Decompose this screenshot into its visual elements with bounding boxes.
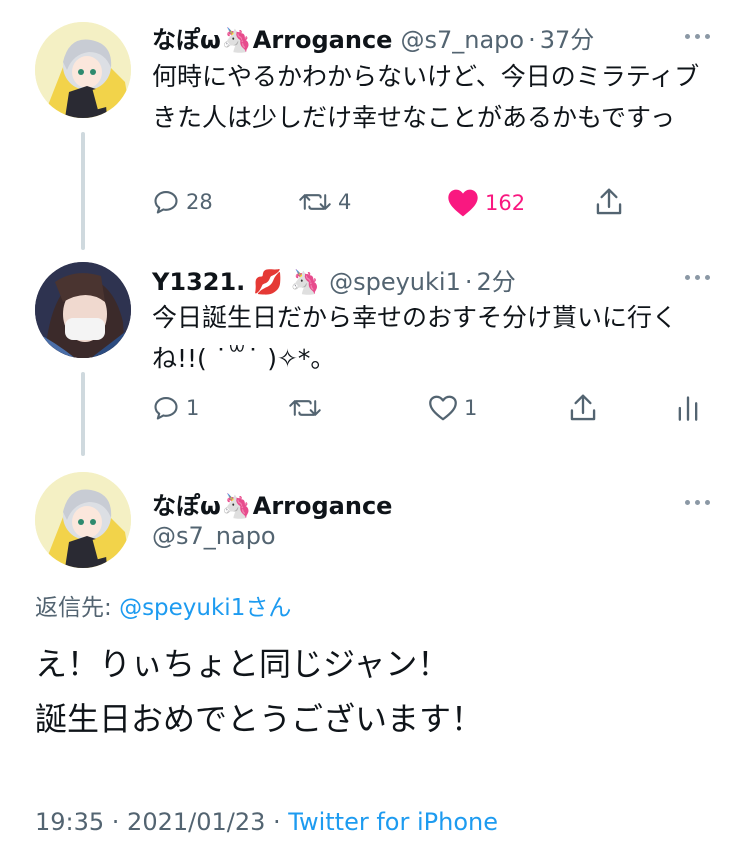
retweet-button[interactable] (288, 394, 328, 422)
heart-icon (429, 395, 457, 421)
analytics-button[interactable] (676, 394, 700, 422)
retweet-icon (289, 400, 321, 416)
reply-button[interactable]: 28 (152, 188, 213, 216)
tweet-metadata: 19:35 · 2021/01/23 · Twitter for iPhone (35, 808, 498, 836)
avatar[interactable] (35, 22, 131, 118)
display-name[interactable]: なぽω (152, 486, 221, 521)
thread-line (81, 372, 85, 456)
display-name[interactable]: なぽω (152, 20, 221, 55)
separator: · (464, 268, 473, 296)
tweet-timestamp[interactable]: 19:35 · 2021/01/23 · (35, 808, 288, 836)
tweet-1-header: なぽω 🦄 Arrogance @s7_napo · 37分 (152, 20, 594, 55)
tweet-source-link[interactable]: Twitter for iPhone (288, 808, 498, 836)
handle[interactable]: @s7_napo (152, 522, 276, 550)
reply-button[interactable]: 1 (152, 394, 199, 422)
retweet-icon (299, 194, 331, 210)
reply-count: 28 (186, 190, 213, 214)
reply-count: 1 (186, 396, 200, 420)
reply-icon (154, 397, 178, 420)
replying-to-link[interactable]: @speyuki1さん (119, 595, 291, 621)
separator: · (528, 26, 536, 54)
retweet-button[interactable]: 4 (298, 188, 351, 216)
main-tweet-handle[interactable]: @s7_napo (152, 522, 276, 550)
main-tweet-line-1: え！りぃちょと同じジャン！ (35, 645, 450, 683)
replying-to-prefix: 返信先: (35, 595, 120, 621)
timestamp[interactable]: 37分 (540, 20, 595, 55)
more-options-icon[interactable] (685, 34, 710, 39)
like-count: 162 (485, 191, 526, 215)
avatar[interactable] (35, 472, 131, 568)
unicorn-emoji: 🦄 (221, 26, 252, 54)
replying-to: 返信先: @speyuki1さん (35, 588, 291, 622)
avatar[interactable] (35, 262, 131, 358)
heart-filled-icon (448, 189, 478, 217)
handle[interactable]: @speyuki1 (329, 268, 461, 296)
unicorn-emoji: 🦄 (290, 268, 321, 296)
retweet-count: 4 (338, 190, 352, 214)
reply-icon (154, 191, 178, 214)
analytics-icon (678, 396, 698, 421)
display-name-suffix[interactable]: Arrogance (253, 26, 393, 54)
tweet-text: 何時にやるかわからないけど、今日のミラティブきた人は少しだけ幸せなことがあるかも… (152, 62, 700, 132)
like-button[interactable]: 162 (447, 188, 525, 218)
share-button[interactable] (568, 392, 598, 424)
like-button[interactable]: 1 (428, 394, 477, 422)
like-count: 1 (464, 396, 478, 420)
unicorn-emoji: 🦄 (221, 492, 252, 520)
lips-emoji: 💋 (253, 268, 284, 296)
share-icon (596, 188, 622, 215)
share-icon (570, 394, 596, 421)
tweet-text: 今日誕生日だから幸せのおすそ分け貰いに行くね!!( ˙꒳˙ )✧*。 (152, 303, 678, 373)
display-name-suffix[interactable]: Arrogance (253, 492, 393, 520)
main-tweet-line-2: 誕生日おめでとうございます！ (35, 700, 484, 738)
timestamp[interactable]: 2分 (476, 262, 515, 297)
more-options-icon[interactable] (685, 275, 710, 280)
thread-line (81, 132, 85, 250)
tweet-2-header: Y1321. 💋 🦄 @speyuki1 · 2分 (152, 262, 516, 297)
main-tweet-name[interactable]: なぽω 🦄 Arrogance (152, 486, 392, 521)
more-options-icon[interactable] (685, 500, 710, 505)
display-name[interactable]: Y1321. (152, 268, 245, 296)
share-button[interactable] (594, 186, 624, 218)
handle[interactable]: @s7_napo (400, 26, 524, 54)
